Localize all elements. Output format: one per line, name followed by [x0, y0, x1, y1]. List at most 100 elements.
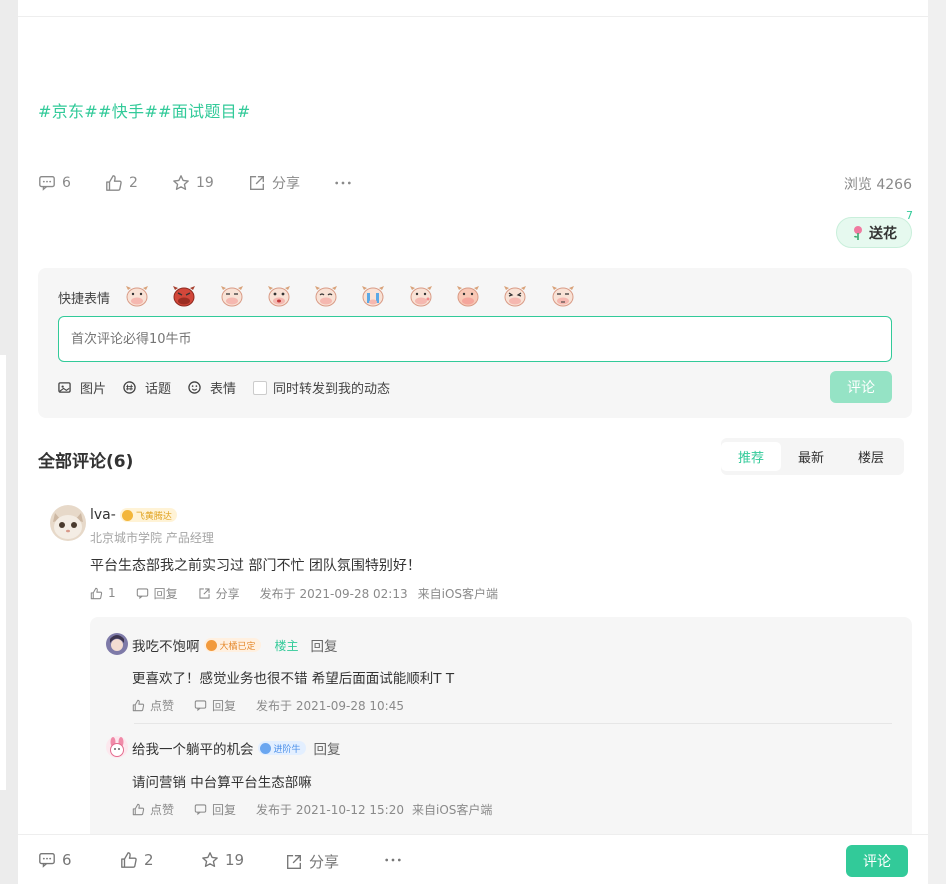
cow-emoji-icon[interactable] — [219, 283, 245, 309]
share-button[interactable]: 分享 — [248, 172, 300, 194]
cow-emoji-icon[interactable] — [124, 283, 150, 309]
replies-panel: 我吃不饱啊 大橘已定 楼主 回复 更喜欢了！感觉业务也很不错 希望后面面试能顺利… — [90, 617, 912, 847]
cow-emoji-icon[interactable] — [502, 283, 528, 309]
post-card: #京东##快手##面试题目# 6 2 19 分享 浏览 4266 送花 7 快捷… — [18, 0, 928, 884]
badge-medal-icon — [205, 639, 217, 651]
sort-tab-latest[interactable]: 最新 — [781, 442, 841, 471]
bottom-action-bar: 6 2 19 分享 评论 — [18, 834, 928, 884]
reply-author: 给我一个躺平的机会 进阶牛 回复 — [132, 738, 341, 758]
reply-link[interactable]: 回复 — [311, 635, 338, 655]
level-badge: 飞黄腾达 — [119, 508, 177, 522]
reply-like-button[interactable]: 点赞 — [132, 801, 174, 818]
angry-cow-emoji-icon[interactable] — [171, 283, 197, 309]
comment-like-button[interactable]: 1 — [90, 586, 116, 600]
bottom-favorite-count: 19 — [225, 851, 245, 869]
reply-meta: 点赞 回复 发布于 2021-09-28 10:45 — [132, 697, 404, 714]
comment-like-count: 1 — [108, 586, 116, 600]
favorite-button[interactable]: 19 — [172, 172, 214, 194]
avatar[interactable] — [106, 633, 128, 655]
badge-label: 飞黄腾达 — [135, 511, 172, 522]
level-badge: 进阶牛 — [257, 741, 306, 755]
sort-tab-floor[interactable]: 楼层 — [841, 442, 901, 471]
comment-source: 来自iOS客户端 — [417, 586, 499, 601]
comment-reply-button[interactable]: 回复 — [136, 585, 178, 602]
star-icon — [173, 175, 189, 190]
comment-input[interactable] — [58, 316, 892, 362]
post-tags[interactable]: #京东##快手##面试题目# — [38, 98, 251, 122]
compose-toolbar: 图片 话题 表情 同时转发到我的动态 — [58, 378, 407, 397]
bottom-favorite-button[interactable]: 19 — [201, 851, 244, 869]
thumbs-up-icon — [132, 803, 145, 816]
reply-username[interactable]: 给我一个躺平的机会 — [132, 738, 254, 758]
avatar[interactable] — [50, 505, 86, 541]
comment-username[interactable]: lva- — [90, 507, 116, 523]
share-icon — [287, 854, 301, 869]
topic-icon — [123, 381, 136, 394]
comment-icon — [136, 587, 148, 599]
cow-emoji-icon[interactable] — [313, 283, 339, 309]
comment-icon — [39, 853, 55, 868]
post-action-bar: 6 2 19 分享 浏览 4266 — [38, 172, 912, 194]
more-button[interactable] — [334, 172, 358, 194]
reply-like-label: 点赞 — [150, 699, 175, 713]
repost-checkbox[interactable] — [253, 380, 268, 395]
reply-link[interactable]: 回复 — [314, 738, 341, 758]
comment-meta: 1 回复 分享 发布于 2021-09-28 02:13 来自iOS客户端 — [90, 584, 498, 602]
bottom-share-label: 分享 — [309, 853, 340, 871]
comment-icon — [194, 700, 207, 712]
bottom-submit-comment-button[interactable]: 评论 — [846, 845, 908, 877]
emoji-label: 表情 — [210, 382, 237, 397]
bottom-comment-button[interactable]: 6 — [38, 851, 72, 869]
send-flower-button[interactable]: 送花 — [836, 217, 912, 248]
left-panel-edge — [0, 355, 6, 790]
cow-emoji-icon[interactable] — [455, 283, 481, 309]
thumbs-up-icon — [132, 699, 145, 712]
reply-reply-button[interactable]: 回复 — [194, 697, 236, 714]
bottom-like-button[interactable]: 2 — [120, 851, 154, 869]
repost-checkbox-row[interactable]: 同时转发到我的动态 — [253, 378, 390, 397]
share-label: 分享 — [272, 176, 300, 192]
insert-emoji-button[interactable]: 表情 — [188, 378, 236, 397]
reply-reply-label: 回复 — [212, 699, 237, 713]
badge-label: 进阶牛 — [273, 744, 301, 755]
thumbs-up-icon — [121, 852, 137, 868]
reply-divider — [134, 723, 892, 724]
reply-reply-button[interactable]: 回复 — [194, 801, 236, 818]
share-icon — [250, 176, 264, 190]
crying-cow-emoji-icon[interactable] — [360, 283, 386, 309]
flower-icon — [854, 225, 862, 240]
bottom-share-button[interactable]: 分享 — [285, 851, 339, 872]
topic-label: 话题 — [145, 382, 172, 397]
comment-sort-tabs: 推荐 最新 楼层 — [721, 438, 904, 475]
comment-count: 6 — [62, 175, 71, 191]
repost-label: 同时转发到我的动态 — [273, 382, 391, 397]
share-icon — [199, 587, 210, 599]
bottom-more-button[interactable] — [384, 851, 408, 869]
cow-emoji-icon[interactable] — [550, 283, 576, 309]
view-count: 浏览 4266 — [843, 177, 912, 193]
more-dots-icon — [335, 181, 351, 185]
quick-emoji-label: 快捷表情 — [58, 292, 111, 307]
like-button[interactable]: 2 — [105, 172, 138, 194]
thumbs-up-icon — [106, 175, 122, 191]
insert-image-button[interactable]: 图片 — [58, 378, 106, 397]
reply-like-label: 点赞 — [150, 803, 175, 817]
more-dots-icon — [385, 858, 401, 862]
submit-comment-button[interactable]: 评论 — [830, 371, 892, 403]
insert-topic-button[interactable]: 话题 — [123, 378, 171, 397]
reply-username[interactable]: 我吃不饱啊 — [132, 635, 200, 655]
avatar[interactable] — [106, 736, 128, 758]
reply-text: 更喜欢了！感觉业务也很不错 希望后面面试能顺利T T — [132, 671, 455, 687]
comment-share-button[interactable]: 分享 — [198, 585, 240, 602]
comment-count-button[interactable]: 6 — [38, 172, 71, 194]
bottom-like-count: 2 — [144, 851, 154, 869]
bottom-comment-count: 6 — [62, 851, 72, 869]
comment-author-school: 北京城市学院 产品经理 — [90, 531, 214, 545]
image-label: 图片 — [80, 382, 107, 397]
favorite-count: 19 — [196, 175, 214, 191]
cow-emoji-icon[interactable] — [266, 283, 292, 309]
sort-tab-recommended[interactable]: 推荐 — [721, 442, 781, 471]
cow-emoji-icon[interactable] — [408, 283, 434, 309]
smiley-icon — [188, 381, 201, 394]
reply-like-button[interactable]: 点赞 — [132, 697, 174, 714]
